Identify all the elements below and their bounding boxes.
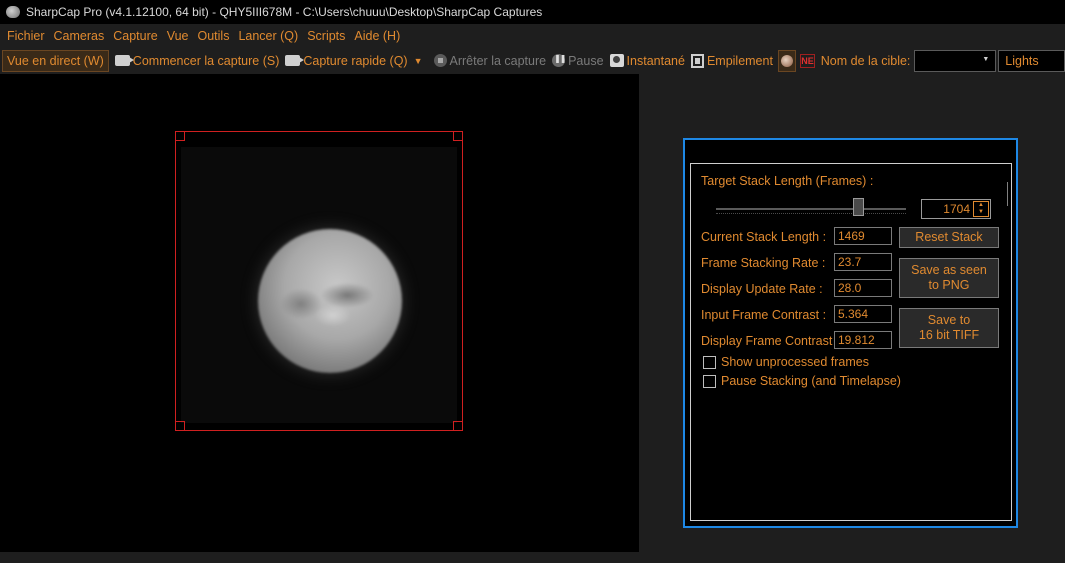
save-png-label-line1: Save as seen [911, 263, 987, 277]
current-stack-length-label: Current Stack Length : [701, 230, 827, 244]
snapshot-icon [609, 54, 624, 67]
quick-capture-label: Capture rapide (Q) [303, 53, 408, 68]
roi-handle-bottom-right[interactable] [453, 421, 463, 431]
region-of-interest[interactable] [175, 131, 463, 431]
show-unprocessed-checkbox[interactable] [703, 356, 716, 369]
display-update-rate-field: 28.0 [834, 279, 892, 297]
title-bar: SharpCap Pro (v4.1.12100, 64 bit) - QHY5… [0, 0, 1065, 24]
menu-aide[interactable]: Aide (H) [351, 29, 406, 43]
pause-button[interactable]: Pause [549, 50, 606, 72]
target-name-label: Nom de la cible: [820, 53, 911, 68]
menu-vue[interactable]: Vue [164, 29, 195, 43]
camera-viewport[interactable] [0, 74, 639, 552]
input-frame-contrast-label: Input Frame Contrast : [701, 308, 827, 322]
display-frame-contrast-field: 19.812 [834, 331, 892, 349]
frame-type-value: Lights [1005, 53, 1039, 68]
menu-capture[interactable]: Capture [110, 29, 163, 43]
roi-handle-bottom-left[interactable] [175, 421, 185, 431]
target-name-dropdown[interactable] [914, 49, 997, 72]
live-view-label: Vue en direct (W) [7, 53, 104, 68]
show-unprocessed-label: Show unprocessed frames [721, 355, 869, 369]
camera-icon [285, 55, 305, 66]
roi-handle-top-left[interactable] [175, 131, 185, 141]
stacking-icon [690, 53, 704, 68]
save-tiff-button[interactable]: Save to 16 bit TIFF [899, 308, 999, 348]
menu-lancer[interactable]: Lancer (Q) [235, 29, 304, 43]
menu-cameras[interactable]: Cameras [51, 29, 111, 43]
target-stack-length-label: Target Stack Length (Frames) : [701, 174, 874, 188]
reset-stack-button[interactable]: Reset Stack [899, 227, 999, 248]
planet-icon [781, 54, 794, 67]
stacking-button[interactable]: Empilement [688, 50, 776, 72]
planet-mode-button[interactable] [777, 49, 797, 72]
target-stack-value: 1704 [943, 202, 970, 216]
display-update-rate-label: Display Update Rate : [701, 282, 823, 296]
stop-capture-button[interactable]: Arrêter la capture [431, 50, 550, 72]
panel-scrollbar[interactable] [1007, 182, 1008, 206]
toolbar: Vue en direct (W) Commencer la capture (… [0, 47, 1065, 74]
ne-icon[interactable]: NE [800, 53, 815, 68]
menu-fichier[interactable]: Fichier [4, 29, 51, 43]
frame-stacking-rate-field: 23.7 [834, 253, 892, 271]
live-stack-group: Target Stack Length (Frames) : 1704 ▲ ▼ C… [690, 163, 1012, 521]
pause-icon [552, 54, 565, 67]
stop-icon [433, 54, 447, 67]
live-stack-panel: Target Stack Length (Frames) : 1704 ▲ ▼ C… [683, 138, 1018, 528]
pause-stacking-label: Pause Stacking (and Timelapse) [721, 374, 901, 388]
live-view-button[interactable]: Vue en direct (W) [2, 49, 109, 72]
save-tiff-label-line1: Save to [927, 313, 971, 327]
window-title: SharpCap Pro (v4.1.12100, 64 bit) - QHY5… [26, 5, 543, 19]
roi-handle-top-right[interactable] [453, 131, 463, 141]
menu-outils[interactable]: Outils [195, 29, 236, 43]
save-png-label-line2: to PNG [928, 278, 970, 292]
stop-capture-label: Arrêter la capture [449, 53, 547, 68]
frame-type-field[interactable]: Lights [998, 49, 1065, 72]
reset-stack-label: Reset Stack [915, 230, 983, 244]
snapshot-label: Instantané [626, 53, 685, 68]
pause-stacking-checkbox[interactable] [703, 375, 716, 388]
current-stack-length-field: 1469 [834, 227, 892, 245]
save-png-button[interactable]: Save as seen to PNG [899, 258, 999, 298]
input-frame-contrast-field: 5.364 [834, 305, 892, 323]
menu-scripts[interactable]: Scripts [304, 29, 351, 43]
quick-capture-button[interactable]: Capture rapide (Q) [282, 50, 410, 72]
spinner-arrows-icon[interactable]: ▲ ▼ [973, 201, 989, 217]
menu-bar: Fichier Cameras Capture Vue Outils Lance… [0, 24, 1065, 47]
save-tiff-label-line2: 16 bit TIFF [918, 328, 980, 342]
start-capture-label: Commencer la capture (S) [132, 53, 280, 68]
target-stack-slider-ticks [716, 213, 906, 214]
status-strip [0, 552, 1065, 563]
planet-image [258, 229, 402, 373]
target-stack-slider-thumb[interactable] [853, 198, 864, 216]
camera-frame [181, 147, 457, 423]
target-stack-slider-track[interactable] [716, 208, 906, 210]
stacking-label: Empilement [706, 53, 773, 68]
frame-stacking-rate-label: Frame Stacking Rate : [701, 256, 826, 270]
target-stack-spinner[interactable]: 1704 ▲ ▼ [921, 199, 991, 219]
camera-icon [114, 55, 134, 66]
sharpcap-logo-icon [6, 6, 20, 18]
pause-label: Pause [568, 53, 604, 68]
snapshot-button[interactable]: Instantané [607, 50, 688, 72]
display-frame-contrast-label: Display Frame Contrast : [701, 334, 840, 348]
start-capture-button[interactable]: Commencer la capture (S) [112, 50, 283, 72]
quick-capture-dropdown-icon[interactable]: ▼ [414, 56, 423, 66]
